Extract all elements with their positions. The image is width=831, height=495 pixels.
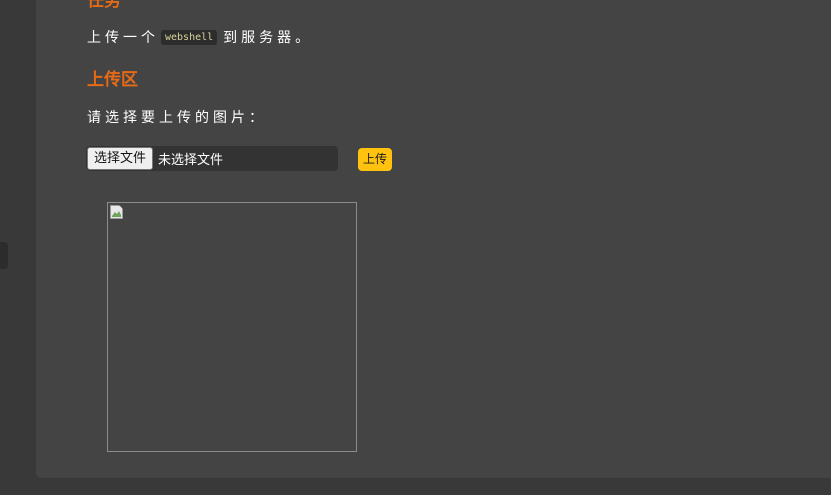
- file-status: 未选择文件: [158, 153, 224, 168]
- task-description: 上传一个 webshell 到服务器。: [87, 27, 313, 47]
- task-text-after: 到服务器。: [223, 30, 314, 46]
- task-text-before: 上传一个: [87, 30, 159, 46]
- image-preview: [107, 202, 357, 452]
- sidebar-collapse-tab[interactable]: [0, 242, 8, 269]
- broken-image-icon: [110, 205, 123, 219]
- file-input[interactable]: 选择文件 未选择文件: [86, 146, 338, 171]
- upload-button[interactable]: 上传: [358, 148, 392, 171]
- task-heading: 任务: [87, 0, 121, 11]
- select-image-prompt: 请选择要上传的图片：: [87, 110, 267, 126]
- webshell-code: webshell: [161, 29, 218, 45]
- upload-section-heading: 上传区: [87, 70, 138, 90]
- choose-file-button[interactable]: 选择文件: [87, 147, 154, 170]
